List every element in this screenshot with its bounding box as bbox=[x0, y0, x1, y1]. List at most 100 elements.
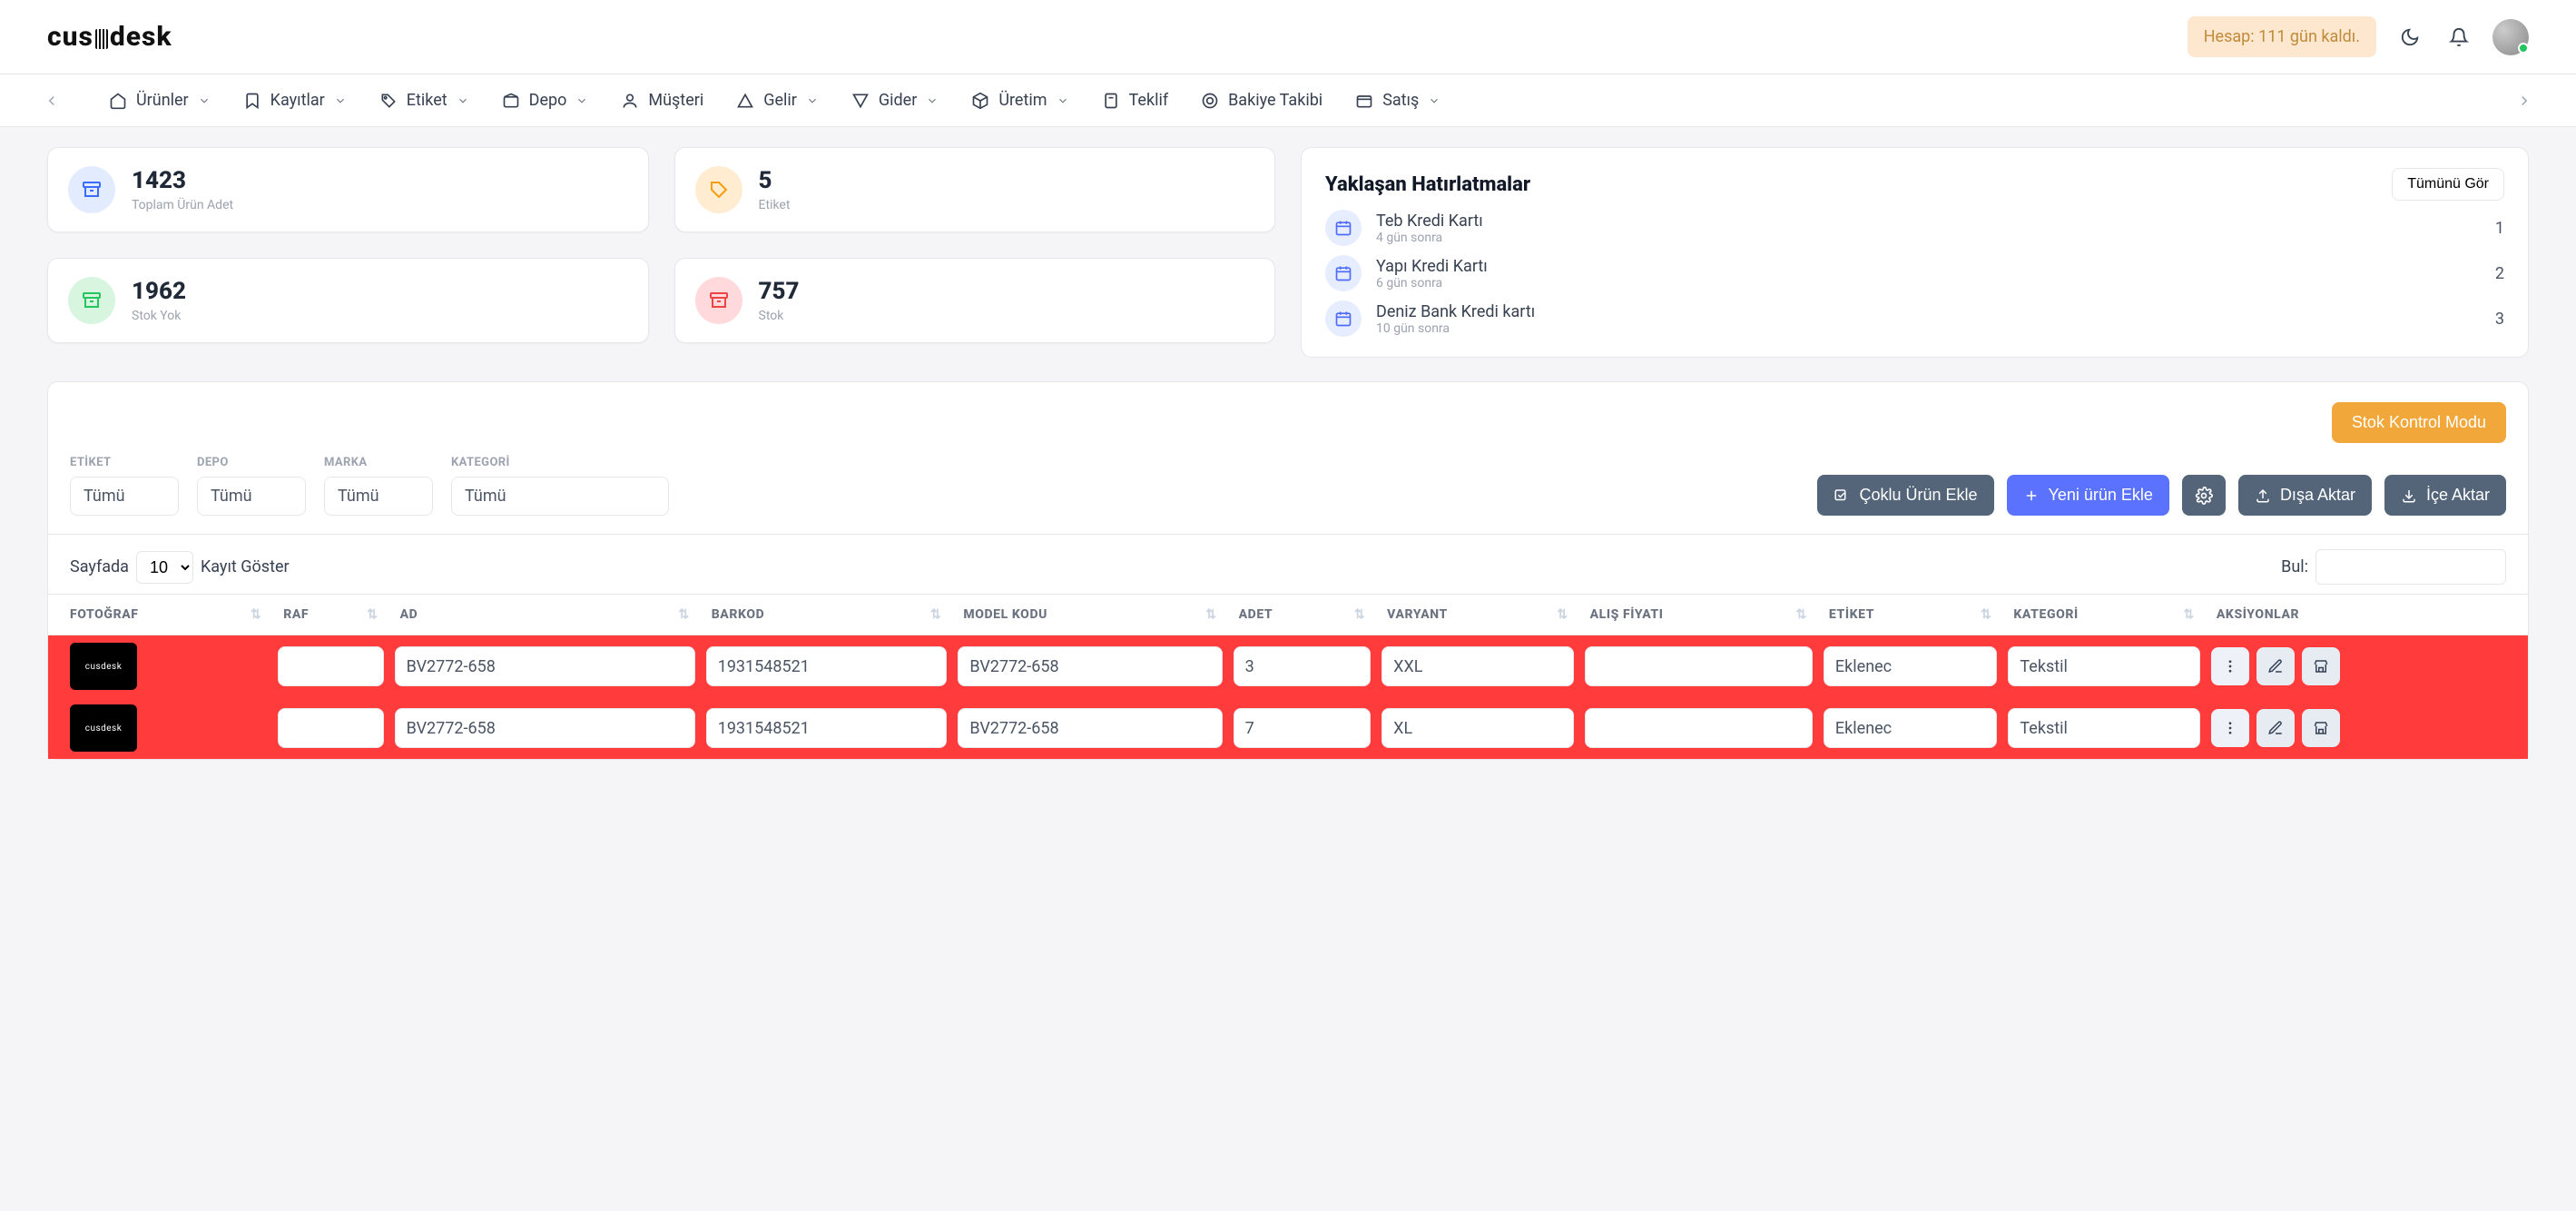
account-remaining-badge[interactable]: Hesap: 111 gün kaldı. bbox=[2188, 16, 2376, 57]
search-label: Bul: bbox=[2281, 557, 2308, 576]
button-label: İçe Aktar bbox=[2426, 486, 2490, 505]
filter-select-etiket[interactable]: Tümü bbox=[70, 477, 179, 516]
import-button[interactable]: İçe Aktar bbox=[2384, 475, 2506, 516]
nav-label: Teklif bbox=[1129, 91, 1169, 110]
cell-ad[interactable]: BV2772-658 bbox=[395, 646, 695, 686]
filters-row: ETİKET Tümü DEPO Tümü MARKA Tümü KATEGOR… bbox=[70, 456, 2506, 516]
reminders-title: Yaklaşan Hatırlatmalar bbox=[1325, 173, 1530, 196]
row-actions bbox=[2211, 709, 2522, 747]
row-menu-button[interactable] bbox=[2211, 709, 2249, 747]
cell-raf[interactable] bbox=[278, 708, 383, 748]
cell-model[interactable]: BV2772-658 bbox=[958, 708, 1222, 748]
row-edit-button[interactable] bbox=[2256, 709, 2295, 747]
filter-select-marka[interactable]: Tümü bbox=[324, 477, 433, 516]
multi-add-button[interactable]: Çoklu Ürün Ekle bbox=[1817, 475, 1993, 516]
reminders-view-all-button[interactable]: Tümünü Gör bbox=[2392, 168, 2504, 201]
col-varyant[interactable]: VARYANT⇅ bbox=[1376, 594, 1578, 635]
stat-stock: 757 Stok bbox=[674, 258, 1276, 343]
topbar-right: Hesap: 111 gün kaldı. bbox=[2188, 16, 2529, 57]
table-controls: Sayfada 10 Kayıt Göster Bul: bbox=[70, 549, 2506, 585]
col-model[interactable]: MODEL KODU⇅ bbox=[952, 594, 1227, 635]
row-menu-button[interactable] bbox=[2211, 647, 2249, 685]
per-page-suffix: Kayıt Göster bbox=[201, 557, 290, 576]
nav-item-kayitlar[interactable]: Kayıtlar bbox=[243, 91, 347, 110]
nav-item-urunler[interactable]: Ürünler bbox=[109, 91, 211, 110]
nav-item-bakiye[interactable]: Bakiye Takibi bbox=[1201, 91, 1322, 110]
cell-alis[interactable] bbox=[1585, 708, 1813, 748]
row-store-button[interactable] bbox=[2302, 709, 2340, 747]
row-store-button[interactable] bbox=[2302, 647, 2340, 685]
col-barkod[interactable]: BARKOD⇅ bbox=[701, 594, 953, 635]
nav-item-gelir[interactable]: Gelir bbox=[736, 91, 819, 110]
triangle-down-icon bbox=[851, 92, 870, 110]
col-adet[interactable]: ADET⇅ bbox=[1228, 594, 1377, 635]
cell-adet[interactable]: 7 bbox=[1234, 708, 1372, 748]
sort-icon: ⇅ bbox=[2184, 607, 2195, 622]
col-fotograf[interactable]: FOTOĞRAF⇅ bbox=[48, 594, 272, 635]
cell-model[interactable]: BV2772-658 bbox=[958, 646, 1222, 686]
reminder-item[interactable]: Teb Kredi Kartı 4 gün sonra 1 bbox=[1325, 210, 2504, 246]
search-input[interactable] bbox=[2315, 549, 2506, 585]
box-icon bbox=[502, 92, 520, 110]
nav-scroll-right[interactable] bbox=[2509, 85, 2540, 116]
store-icon bbox=[2313, 658, 2329, 674]
download-icon bbox=[2401, 487, 2417, 504]
nav-item-teklif[interactable]: Teklif bbox=[1102, 91, 1169, 110]
filter-select-depo[interactable]: Tümü bbox=[197, 477, 306, 516]
new-add-button[interactable]: Yeni ürün Ekle bbox=[2007, 475, 2169, 516]
cell-barkod[interactable]: 1931548521 bbox=[706, 708, 948, 748]
tag-icon bbox=[695, 166, 742, 213]
notifications-button[interactable] bbox=[2443, 22, 2474, 53]
nav-item-satis[interactable]: Satış bbox=[1355, 91, 1440, 110]
stock-control-mode-button[interactable]: Stok Kontrol Modu bbox=[2332, 402, 2506, 443]
chevron-down-icon bbox=[198, 94, 211, 107]
col-ad[interactable]: AD⇅ bbox=[389, 594, 701, 635]
cell-kategori[interactable]: Tekstil bbox=[2008, 708, 2199, 748]
row-edit-button[interactable] bbox=[2256, 647, 2295, 685]
reminder-item[interactable]: Deniz Bank Kredi kartı 10 gün sonra 3 bbox=[1325, 300, 2504, 337]
cell-varyant[interactable]: XXL bbox=[1381, 646, 1573, 686]
logo-text-2: desk bbox=[110, 21, 172, 53]
col-etiket[interactable]: ETİKET⇅ bbox=[1818, 594, 2002, 635]
nav-item-uretim[interactable]: Üretim bbox=[971, 91, 1068, 110]
filter-depo: DEPO Tümü bbox=[197, 456, 306, 516]
chevron-down-icon bbox=[575, 94, 588, 107]
upload-icon bbox=[2255, 487, 2271, 504]
reminder-item[interactable]: Yapı Kredi Kartı 6 gün sonra 2 bbox=[1325, 255, 2504, 291]
product-thumbnail[interactable]: cusdesk bbox=[70, 704, 137, 752]
cell-etiket[interactable]: Eklenec bbox=[1824, 646, 1997, 686]
stat-label: Stok Yok bbox=[132, 309, 186, 323]
nav-item-musteri[interactable]: Müşteri bbox=[621, 91, 703, 110]
nav-scroll-left[interactable] bbox=[36, 85, 67, 116]
user-avatar[interactable] bbox=[2492, 19, 2529, 55]
target-icon bbox=[1201, 92, 1219, 110]
col-alis[interactable]: ALIŞ FİYATI⇅ bbox=[1579, 594, 1818, 635]
cell-alis[interactable] bbox=[1585, 646, 1813, 686]
nav-label: Gider bbox=[879, 91, 917, 110]
filter-select-kategori[interactable]: Tümü bbox=[451, 477, 669, 516]
cell-kategori[interactable]: Tekstil bbox=[2008, 646, 2199, 686]
settings-button[interactable] bbox=[2182, 475, 2226, 516]
cell-adet[interactable]: 3 bbox=[1234, 646, 1372, 686]
nav-item-etiket[interactable]: Etiket bbox=[379, 91, 469, 110]
col-raf[interactable]: RAF⇅ bbox=[272, 594, 388, 635]
cell-varyant[interactable]: XL bbox=[1381, 708, 1573, 748]
nav-item-depo[interactable]: Depo bbox=[502, 91, 589, 110]
cell-raf[interactable] bbox=[278, 646, 383, 686]
cell-ad[interactable]: BV2772-658 bbox=[395, 708, 695, 748]
col-kategori[interactable]: KATEGORİ⇅ bbox=[2002, 594, 2205, 635]
nav-label: Bakiye Takibi bbox=[1228, 91, 1322, 110]
stat-label: Toplam Ürün Adet bbox=[132, 198, 233, 212]
sort-icon: ⇅ bbox=[1354, 607, 1365, 622]
product-thumbnail[interactable]: cusdesk bbox=[70, 643, 137, 690]
nav-item-gider[interactable]: Gider bbox=[851, 91, 939, 110]
cell-etiket[interactable]: Eklenec bbox=[1824, 708, 1997, 748]
sort-icon: ⇅ bbox=[1981, 607, 1991, 622]
per-page-select[interactable]: 10 bbox=[136, 551, 193, 584]
theme-toggle[interactable] bbox=[2394, 22, 2425, 53]
export-button[interactable]: Dışa Aktar bbox=[2238, 475, 2372, 516]
button-label: Yeni ürün Ekle bbox=[2049, 486, 2153, 505]
filter-marka: MARKA Tümü bbox=[324, 456, 433, 516]
cell-barkod[interactable]: 1931548521 bbox=[706, 646, 948, 686]
calendar-icon bbox=[1325, 300, 1362, 337]
